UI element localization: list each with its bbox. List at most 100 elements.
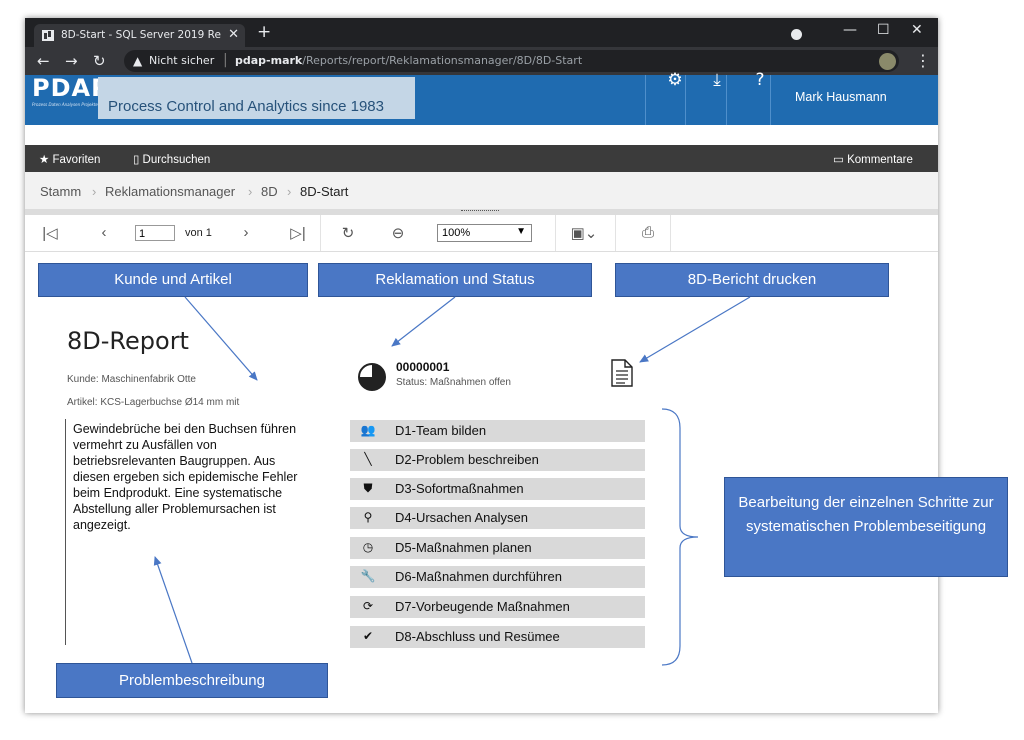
browser-tab[interactable]: 8D-Start - SQL Server 2019 Repo ✕ bbox=[34, 24, 245, 47]
progress-pie-icon bbox=[358, 363, 386, 391]
callout-complaint-status: Reklamation und Status bbox=[318, 263, 592, 297]
window-close-icon[interactable]: ✕ bbox=[911, 22, 923, 38]
callout-customer-article: Kunde und Artikel bbox=[38, 263, 308, 297]
print-icon[interactable]: ⎙ bbox=[637, 224, 659, 241]
star-icon: ★ bbox=[39, 154, 53, 166]
step-label: D8-Abschluss und Resümee bbox=[395, 629, 560, 644]
warning-icon: ▲ bbox=[133, 54, 143, 68]
zoom-value: 100% bbox=[442, 227, 471, 239]
help-icon[interactable]: ? bbox=[740, 70, 780, 90]
step-d2[interactable]: ╲ D2-Problem beschreiben bbox=[350, 449, 645, 471]
toolbar-separator bbox=[670, 215, 671, 251]
step-d8[interactable]: ✔ D8-Abschluss und Resümee bbox=[350, 626, 645, 648]
case-status: Status: Maßnahmen offen bbox=[396, 377, 511, 388]
cycle-icon: ⟳ bbox=[362, 599, 374, 613]
tab-bar: 8D-Start - SQL Server 2019 Repo ✕ + — ☐ … bbox=[25, 18, 938, 47]
team-icon: 👥 bbox=[360, 423, 376, 437]
back-to-parent-icon[interactable]: ⊖ bbox=[387, 224, 409, 242]
url-path: /Reports/report/Reklamationsmanager/8D/8… bbox=[302, 54, 583, 67]
shield-icon: ⛊ bbox=[363, 481, 373, 495]
header-divider bbox=[645, 75, 646, 125]
url-text: pdap-mark/Reports/report/Reklamationsman… bbox=[235, 54, 582, 67]
favorites-button[interactable]: ★ Favoriten bbox=[39, 152, 100, 166]
step-label: D5-Maßnahmen planen bbox=[395, 540, 532, 555]
problem-description-box: Gewindebrüche bei den Buchsen führen ver… bbox=[65, 419, 311, 645]
magnifier-icon: ⚲ bbox=[363, 510, 373, 524]
report-title: 8D-Report bbox=[67, 327, 189, 355]
report-toolbar: |◁ ‹ 1 von 1 › ▷| ↻ ⊖ 100% ▼ ▣⌄ ⎙ bbox=[25, 215, 938, 252]
reload-icon[interactable]: ↻ bbox=[93, 52, 106, 70]
back-icon[interactable]: ← bbox=[37, 52, 50, 70]
comments-label: Kommentare bbox=[847, 154, 913, 166]
browse-label: Durchsuchen bbox=[142, 154, 211, 166]
case-number[interactable]: 00000001 bbox=[396, 360, 449, 374]
step-d7[interactable]: ⟳ D7-Vorbeugende Maßnahmen bbox=[350, 596, 645, 618]
url-input[interactable]: ▲ Nicht sicher | pdap-mark/Reports/repor… bbox=[124, 50, 899, 72]
step-d4[interactable]: ⚲ D4-Ursachen Analysen bbox=[350, 507, 645, 529]
breadcrumb-item[interactable]: Reklamationsmanager bbox=[105, 184, 235, 199]
last-page-icon[interactable]: ▷| bbox=[287, 224, 309, 242]
zoom-select[interactable]: 100% ▼ bbox=[437, 224, 532, 242]
breadcrumb-separator-icon: › bbox=[92, 184, 97, 199]
report-favicon-icon bbox=[42, 30, 54, 41]
step-label: D7-Vorbeugende Maßnahmen bbox=[395, 599, 570, 614]
breadcrumb-item[interactable]: Stamm bbox=[40, 184, 81, 199]
address-bar: ← → ↻ ▲ Nicht sicher | pdap-mark/Reports… bbox=[25, 47, 938, 75]
toolbar-separator bbox=[555, 215, 556, 251]
page-number-input[interactable]: 1 bbox=[135, 225, 175, 241]
url-host: pdap-mark bbox=[235, 54, 303, 67]
check-icon: ✔ bbox=[362, 629, 374, 643]
user-name[interactable]: Mark Hausmann bbox=[795, 90, 887, 104]
breadcrumb-item: 8D-Start bbox=[300, 184, 349, 199]
clock-icon: ◷ bbox=[362, 540, 374, 554]
refresh-icon[interactable]: ↻ bbox=[337, 224, 359, 242]
url-separator: | bbox=[223, 52, 228, 68]
toolbar-separator bbox=[615, 215, 616, 251]
header-banner: Process Control and Analytics since 1983 bbox=[98, 77, 415, 119]
breadcrumb-separator-icon: › bbox=[248, 184, 253, 199]
steps-brace bbox=[661, 408, 699, 666]
profile-indicator-icon[interactable] bbox=[791, 29, 802, 40]
callout-problem-description: Problembeschreibung bbox=[56, 663, 328, 698]
toolbar-separator bbox=[320, 215, 321, 251]
download-icon[interactable]: ⤓ bbox=[697, 70, 737, 90]
settings-gear-icon[interactable]: ⚙ bbox=[655, 70, 695, 90]
customer-info: Kunde: Maschinenfabrik Otte bbox=[67, 374, 196, 385]
comments-button[interactable]: ▭ Kommentare bbox=[833, 152, 913, 166]
article-info: Artikel: KCS-Lagerbuchse Ø14 mm mit bbox=[67, 397, 240, 408]
comment-icon: ▭ bbox=[833, 154, 848, 166]
tab-title: 8D-Start - SQL Server 2019 Repo bbox=[61, 29, 221, 41]
minimize-icon[interactable]: — bbox=[843, 22, 857, 38]
maximize-icon[interactable]: ☐ bbox=[877, 22, 890, 38]
step-d3[interactable]: ⛊ D3-Sofortmaßnahmen bbox=[350, 478, 645, 500]
problem-description: Gewindebrüche bei den Buchsen führen ver… bbox=[73, 422, 298, 532]
breadcrumb-item[interactable]: 8D bbox=[261, 184, 278, 199]
step-label: D3-Sofortmaßnahmen bbox=[395, 481, 524, 496]
step-label: D6-Maßnahmen durchführen bbox=[395, 569, 562, 584]
breadcrumb-separator-icon: › bbox=[287, 184, 292, 199]
browse-button[interactable]: ▯ Durchsuchen bbox=[133, 152, 210, 166]
step-label: D4-Ursachen Analysen bbox=[395, 510, 528, 525]
step-d6[interactable]: 🔧 D6-Maßnahmen durchführen bbox=[350, 566, 645, 588]
forward-icon[interactable]: → bbox=[65, 52, 78, 70]
print-report-document-icon[interactable] bbox=[611, 359, 633, 387]
step-d1[interactable]: 👥 D1-Team bilden bbox=[350, 420, 645, 442]
breadcrumb: Stamm › Reklamationsmanager › 8D › 8D-St… bbox=[25, 172, 938, 209]
pen-icon: ╲ bbox=[364, 452, 372, 466]
new-tab-icon[interactable]: + bbox=[257, 22, 271, 42]
save-export-icon[interactable]: ▣⌄ bbox=[567, 224, 601, 242]
security-label: Nicht sicher bbox=[149, 54, 215, 67]
tagline: Process Control and Analytics since 1983 bbox=[108, 98, 384, 115]
tab-close-icon[interactable]: ✕ bbox=[228, 27, 239, 42]
wrench-icon: 🔧 bbox=[360, 569, 376, 583]
step-d5[interactable]: ◷ D5-Maßnahmen planen bbox=[350, 537, 645, 559]
browser-menu-icon[interactable]: ⋮ bbox=[915, 51, 931, 70]
document-icon: ▯ bbox=[133, 154, 143, 166]
favorites-bar: ★ Favoriten ▯ Durchsuchen ▭ Kommentare bbox=[25, 145, 938, 172]
previous-page-icon[interactable]: ‹ bbox=[93, 224, 115, 241]
extension-icon[interactable] bbox=[879, 53, 896, 70]
first-page-icon[interactable]: |◁ bbox=[39, 224, 61, 242]
step-label: D2-Problem beschreiben bbox=[395, 452, 539, 467]
next-page-icon[interactable]: › bbox=[235, 224, 257, 241]
favorites-label: Favoriten bbox=[52, 154, 101, 166]
